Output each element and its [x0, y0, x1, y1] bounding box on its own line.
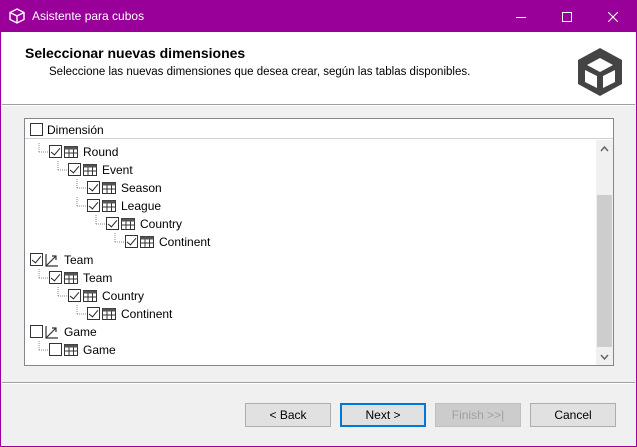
table-icon — [83, 164, 97, 176]
tree-item-label: Game — [64, 325, 97, 339]
dimension-icon — [45, 326, 58, 339]
tree-checkbox[interactable] — [87, 199, 100, 212]
tree-checkbox[interactable] — [106, 217, 119, 230]
tree-row-continent[interactable]: Continent — [25, 233, 595, 251]
tree-item-label: Country — [140, 217, 183, 231]
tree-row-team[interactable]: Team — [25, 269, 595, 287]
tree-row-team[interactable]: Team — [25, 251, 595, 269]
maximize-button[interactable] — [544, 1, 590, 32]
tree-row-continent[interactable]: Continent — [25, 305, 595, 323]
page-title: Seleccionar nuevas dimensiones — [25, 45, 246, 61]
close-icon — [608, 11, 618, 22]
dimension-tree[interactable]: Dimensión Round Event Season League Country C… — [24, 118, 614, 366]
table-icon — [64, 344, 78, 356]
scroll-down-button[interactable] — [596, 348, 613, 365]
tree-row-league[interactable]: League — [25, 197, 595, 215]
tree-row-game[interactable]: Game — [25, 341, 595, 359]
table-icon — [140, 236, 154, 248]
root-checkbox[interactable] — [30, 123, 43, 136]
table-icon — [121, 218, 135, 230]
next-button[interactable]: Next > — [340, 403, 426, 427]
tree-item-label: Team — [83, 271, 113, 285]
tree-checkbox[interactable] — [49, 271, 62, 284]
dimension-icon — [45, 254, 58, 267]
page-subtitle: Seleccione las nuevas dimensiones que de… — [49, 66, 471, 78]
tree-item-label: Team — [64, 253, 94, 267]
tree-checkbox[interactable] — [30, 325, 43, 338]
tree-checkbox[interactable] — [68, 163, 81, 176]
tree-item-label: Country — [102, 289, 145, 303]
tree-row-country[interactable]: Country — [25, 215, 595, 233]
tree-checkbox[interactable] — [125, 235, 138, 248]
cube-logo-icon — [578, 48, 622, 96]
minimize-icon — [516, 16, 526, 18]
close-button[interactable] — [590, 1, 636, 32]
scrollbar-thumb[interactable] — [597, 195, 612, 347]
finish-button[interactable]: Finish >>| — [435, 403, 521, 427]
table-icon — [102, 308, 116, 320]
tree-item-label: League — [121, 199, 162, 213]
footer-divider-highlight — [2, 383, 635, 384]
tree-row-event[interactable]: Event — [25, 161, 595, 179]
wizard-header: Seleccionar nuevas dimensiones Seleccion… — [2, 32, 635, 104]
tree-item-label: Season — [121, 181, 162, 195]
tree-checkbox[interactable] — [49, 343, 62, 356]
table-icon — [64, 146, 78, 158]
tree-checkbox[interactable] — [87, 181, 100, 194]
tree-checkbox[interactable] — [68, 289, 81, 302]
chevron-down-icon — [600, 354, 609, 360]
back-button[interactable]: < Back — [245, 403, 331, 427]
table-icon — [102, 182, 116, 194]
window-title: Asistente para cubos — [32, 9, 145, 23]
tree-root-row[interactable]: Dimensión — [25, 119, 613, 139]
tree-item-label: Round — [83, 145, 119, 159]
tree-row-season[interactable]: Season — [25, 179, 595, 197]
scroll-up-button[interactable] — [596, 140, 613, 157]
table-icon — [102, 200, 116, 212]
table-icon — [83, 290, 97, 302]
tree-checkbox[interactable] — [87, 307, 100, 320]
header-divider-highlight — [2, 105, 635, 106]
tree-row-country[interactable]: Country — [25, 287, 595, 305]
wizard-window: Asistente para cubos Seleccionar nuevas … — [0, 0, 637, 447]
maximize-icon — [562, 11, 572, 22]
minimize-button[interactable] — [498, 1, 544, 32]
title-bar: Asistente para cubos — [1, 1, 636, 32]
tree-item-label: Event — [102, 163, 133, 177]
cube-app-icon — [9, 8, 25, 24]
tree-checkbox[interactable] — [49, 145, 62, 158]
cancel-button[interactable]: Cancel — [530, 403, 616, 427]
tree-row-round[interactable]: Round — [25, 143, 595, 161]
tree-checkbox[interactable] — [30, 253, 43, 266]
tree-item-label: Continent — [159, 235, 211, 249]
tree-root-label: Dimensión — [47, 123, 104, 137]
tree-item-label: Continent — [121, 307, 173, 321]
table-icon — [64, 272, 78, 284]
chevron-up-icon — [600, 145, 609, 151]
tree-item-label: Game — [83, 343, 116, 357]
tree-row-game[interactable]: Game — [25, 323, 595, 341]
vertical-scrollbar[interactable] — [596, 140, 613, 365]
